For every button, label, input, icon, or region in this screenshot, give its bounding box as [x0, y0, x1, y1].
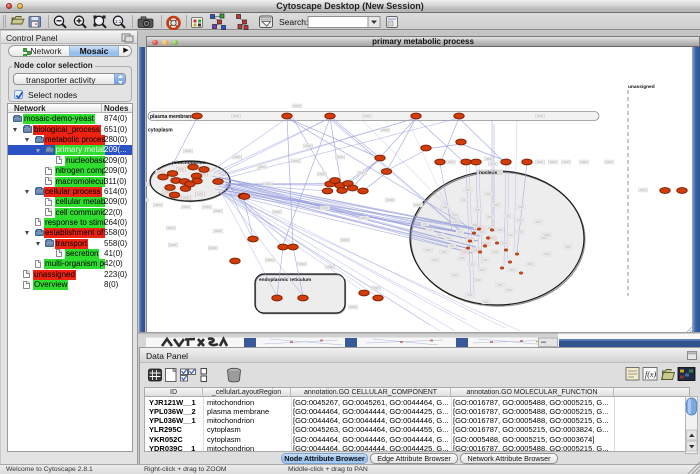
svg-text:plasma membrane: plasma membrane — [150, 114, 194, 120]
svg-text:f(x): f(x) — [645, 370, 656, 379]
svg-text:endoplasmic reticulum: endoplasmic reticulum — [259, 277, 311, 283]
svg-text:unassigned: unassigned — [628, 84, 655, 90]
svg-text:1:1: 1:1 — [115, 19, 122, 24]
svg-text:Search:: Search: — [279, 17, 308, 27]
svg-text:nucleus: nucleus — [479, 170, 497, 176]
svg-text:cytoplasm: cytoplasm — [148, 128, 173, 134]
svg-text:mitochondrion: mitochondrion — [172, 160, 206, 166]
